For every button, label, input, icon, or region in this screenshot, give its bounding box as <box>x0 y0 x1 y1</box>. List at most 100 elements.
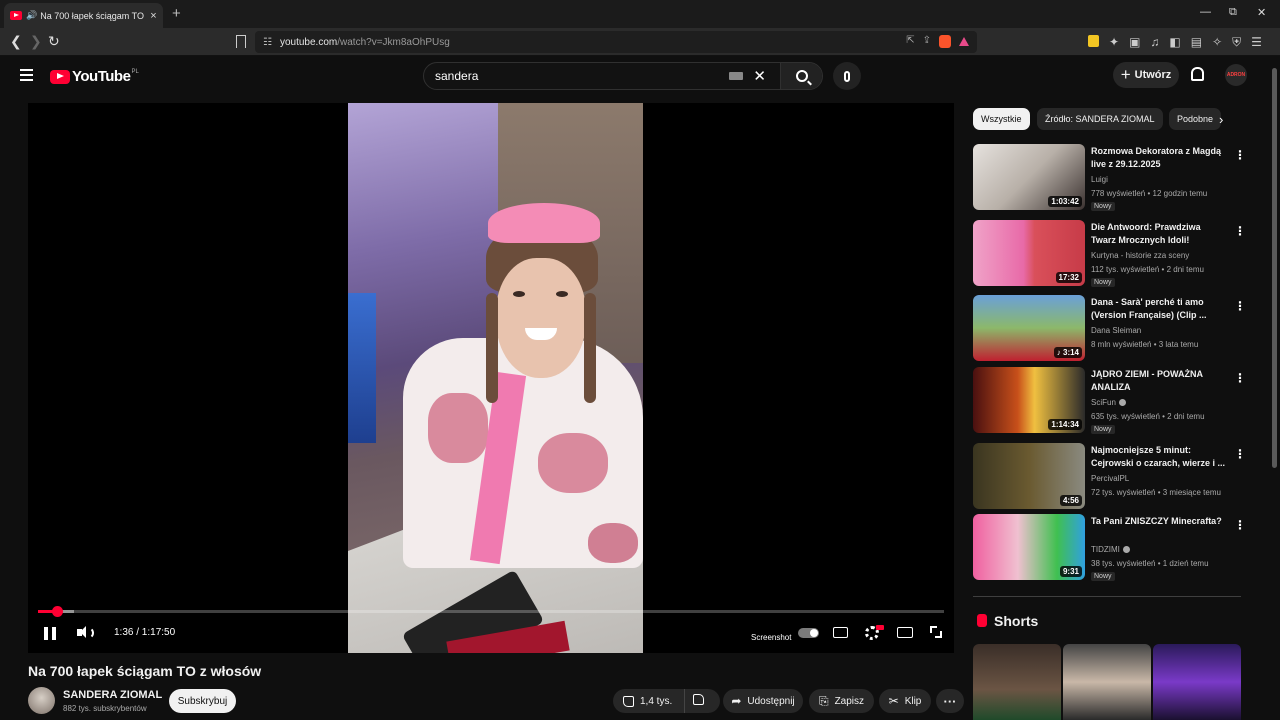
recommendation-channel[interactable]: PercivalPL <box>1091 474 1129 483</box>
wallet-icon[interactable]: ▤ <box>1191 35 1202 50</box>
reload-icon[interactable]: ↻ <box>48 33 60 50</box>
video-player[interactable]: 1:36 / 1:17:50 Screenshot <box>28 103 954 653</box>
new-badge: Nowy <box>1091 202 1115 211</box>
volume-icon[interactable] <box>77 624 95 642</box>
brave-rewards-icon[interactable] <box>959 37 969 46</box>
bookmark-icon[interactable] <box>236 35 246 48</box>
recommendation-item[interactable]: 9:31 Ta Pani ZNISZCZY Minecrafta? TIDZIMI 3… <box>973 514 1246 582</box>
recommendation-thumbnail[interactable]: 17:32 <box>973 220 1085 286</box>
media-control-icon[interactable]: ♫ <box>1150 35 1159 50</box>
guide-menu-icon[interactable] <box>20 69 33 84</box>
pause-icon[interactable] <box>44 627 56 640</box>
account-avatar[interactable]: ADRON <box>1225 64 1247 86</box>
progress-bar[interactable] <box>38 606 944 617</box>
leo-ai-icon[interactable]: ✧ <box>1212 35 1222 50</box>
scrollbar-thumb[interactable] <box>1272 68 1277 468</box>
forward-arrow-icon[interactable]: ❯ <box>30 33 42 50</box>
recommendation-title[interactable]: Najmocniejsze 5 minut: Cejrowski o czara… <box>1091 444 1227 470</box>
youtube-header: YouTube PL sandera ✕ + Utwórz ADRON <box>0 56 1270 96</box>
recommendation-thumbnail[interactable]: 1:03:42 <box>973 144 1085 210</box>
minimize-icon[interactable]: — <box>1200 6 1211 18</box>
screenshot-toggle[interactable] <box>798 628 819 638</box>
channel-avatar[interactable] <box>28 687 55 714</box>
browser-tab-active[interactable]: 🔊 Na 700 łapek ściągam TO z wł × <box>4 3 163 28</box>
site-info-icon[interactable]: ☷ <box>263 37 272 48</box>
browser-menu-icon[interactable]: ☰ <box>1251 35 1262 50</box>
recommendation-meta: 778 wyświetleń • 12 godzin temu <box>1091 189 1208 198</box>
duration-badge: ♪ 3:14 <box>1053 347 1082 358</box>
maximize-icon[interactable]: ⧉ <box>1229 6 1237 19</box>
voice-search-button[interactable] <box>833 62 861 90</box>
dislike-button[interactable] <box>685 694 710 708</box>
video-frame[interactable] <box>348 103 643 653</box>
search-input[interactable]: sandera <box>435 69 729 83</box>
audio-playing-icon[interactable]: 🔊 <box>26 10 37 21</box>
channel-name[interactable]: SANDERA ZIOMAL <box>63 689 162 701</box>
chip-all[interactable]: Wszystkie <box>973 108 1030 130</box>
new-tab-button[interactable]: + <box>172 5 181 22</box>
brave-shields-icon[interactable] <box>939 35 951 48</box>
fullscreen-icon[interactable] <box>930 626 942 638</box>
extensions-puzzle-icon[interactable]: ✦ <box>1109 35 1119 50</box>
share-icon[interactable]: ⇪ <box>923 35 931 48</box>
duration-badge: 17:32 <box>1055 272 1082 283</box>
more-options-icon[interactable]: ⋮ <box>1234 447 1246 461</box>
subtitles-icon[interactable] <box>833 627 848 638</box>
extension-yellow-icon[interactable] <box>1088 35 1099 47</box>
address-bar[interactable]: ☷ youtube.com/watch?v=Jkm8aOhPUsg ⇱ ⇪ <box>255 31 977 53</box>
recommendation-thumbnail[interactable]: 1:14:34 <box>973 367 1085 433</box>
create-button[interactable]: + Utwórz <box>1113 62 1179 88</box>
sidebar-toggle-icon[interactable]: ◧ <box>1169 35 1180 50</box>
recommendation-title[interactable]: Rozmowa Dekoratora z Magdą live z 29.12.… <box>1091 145 1227 171</box>
back-arrow-icon[interactable]: ❮ <box>10 33 22 50</box>
more-options-icon[interactable]: ⋮ <box>1234 518 1246 532</box>
clear-search-icon[interactable]: ✕ <box>753 67 766 85</box>
keyboard-icon[interactable] <box>729 72 744 80</box>
page-scrollbar[interactable] <box>1270 56 1280 720</box>
recommendation-thumbnail[interactable]: ♪ 3:14 <box>973 295 1085 361</box>
recommendation-channel[interactable]: Dana Sleiman <box>1091 326 1141 335</box>
recommendation-thumbnail[interactable]: 9:31 <box>973 514 1085 580</box>
like-button[interactable]: 1,4 tys. <box>613 689 685 713</box>
search-button[interactable] <box>780 63 822 89</box>
window-close-icon[interactable]: ✕ <box>1257 6 1266 19</box>
tab-close-icon[interactable]: × <box>150 10 156 22</box>
short-thumbnail[interactable] <box>1153 644 1241 720</box>
notifications-bell-icon[interactable] <box>1191 67 1204 81</box>
vpn-shield-icon[interactable]: ⛨ <box>1232 35 1241 50</box>
more-options-icon[interactable]: ⋮ <box>1234 224 1246 238</box>
recommendation-title[interactable]: JĄDRO ZIEMI - POWAŻNA ANALIZA <box>1091 368 1227 394</box>
more-options-icon[interactable]: ⋮ <box>1234 371 1246 385</box>
recommendation-title[interactable]: Die Antwoord: Prawdziwa Twarz Mrocznych … <box>1091 221 1227 247</box>
theater-mode-icon[interactable] <box>897 627 913 638</box>
recommendation-thumbnail[interactable]: 4:56 <box>973 443 1085 509</box>
more-options-icon[interactable]: ⋮ <box>1234 148 1246 162</box>
subscribe-button[interactable]: Subskrybuj <box>169 689 236 713</box>
recommendation-channel[interactable]: Kurtyna - historie zza sceny <box>1091 251 1189 260</box>
recommendation-channel[interactable]: SciFun <box>1091 398 1126 407</box>
open-external-icon[interactable]: ⇱ <box>906 35 914 48</box>
more-actions-button[interactable]: ··· <box>936 689 964 713</box>
chevron-right-icon[interactable]: › <box>1219 112 1223 127</box>
share-button[interactable]: ➦ Udostępnij <box>723 689 803 713</box>
recommendation-item[interactable]: 1:03:42 Rozmowa Dekoratora z Magdą live z… <box>973 144 1246 212</box>
recommendation-item[interactable]: 4:56 Najmocniejsze 5 minut: Cejrowski o c… <box>973 443 1246 511</box>
recommendation-item[interactable]: 17:32 Die Antwoord: Prawdziwa Twarz Mrocz… <box>973 220 1246 288</box>
recommendation-item[interactable]: 1:14:34 JĄDRO ZIEMI - POWAŻNA ANALIZA SciF… <box>973 367 1246 435</box>
progress-scrubber-handle[interactable] <box>51 606 63 617</box>
video-eye <box>556 291 568 297</box>
chip-related[interactable]: Podobne <box>1169 108 1222 130</box>
short-thumbnail[interactable] <box>973 644 1061 720</box>
short-thumbnail[interactable] <box>1063 644 1151 720</box>
save-button[interactable]: ⎘ Zapisz <box>809 689 874 713</box>
youtube-logo[interactable]: YouTube PL <box>50 68 139 85</box>
extension-box-icon[interactable]: ▣ <box>1129 35 1140 50</box>
recommendation-channel[interactable]: TIDZIMI <box>1091 545 1130 554</box>
recommendation-title[interactable]: Ta Pani ZNISZCZY Minecrafta? <box>1091 515 1227 528</box>
recommendation-channel[interactable]: Luigi <box>1091 175 1108 184</box>
more-options-icon[interactable]: ⋮ <box>1234 299 1246 313</box>
clip-button[interactable]: ✂ Klip <box>879 689 931 713</box>
recommendation-title[interactable]: Dana - Sarà' perché ti amo (Version Fran… <box>1091 296 1227 322</box>
recommendation-item[interactable]: ♪ 3:14 Dana - Sarà' perché ti amo (Versio… <box>973 295 1246 363</box>
chip-source-channel[interactable]: Źródło: SANDERA ZIOMAL <box>1037 108 1163 130</box>
